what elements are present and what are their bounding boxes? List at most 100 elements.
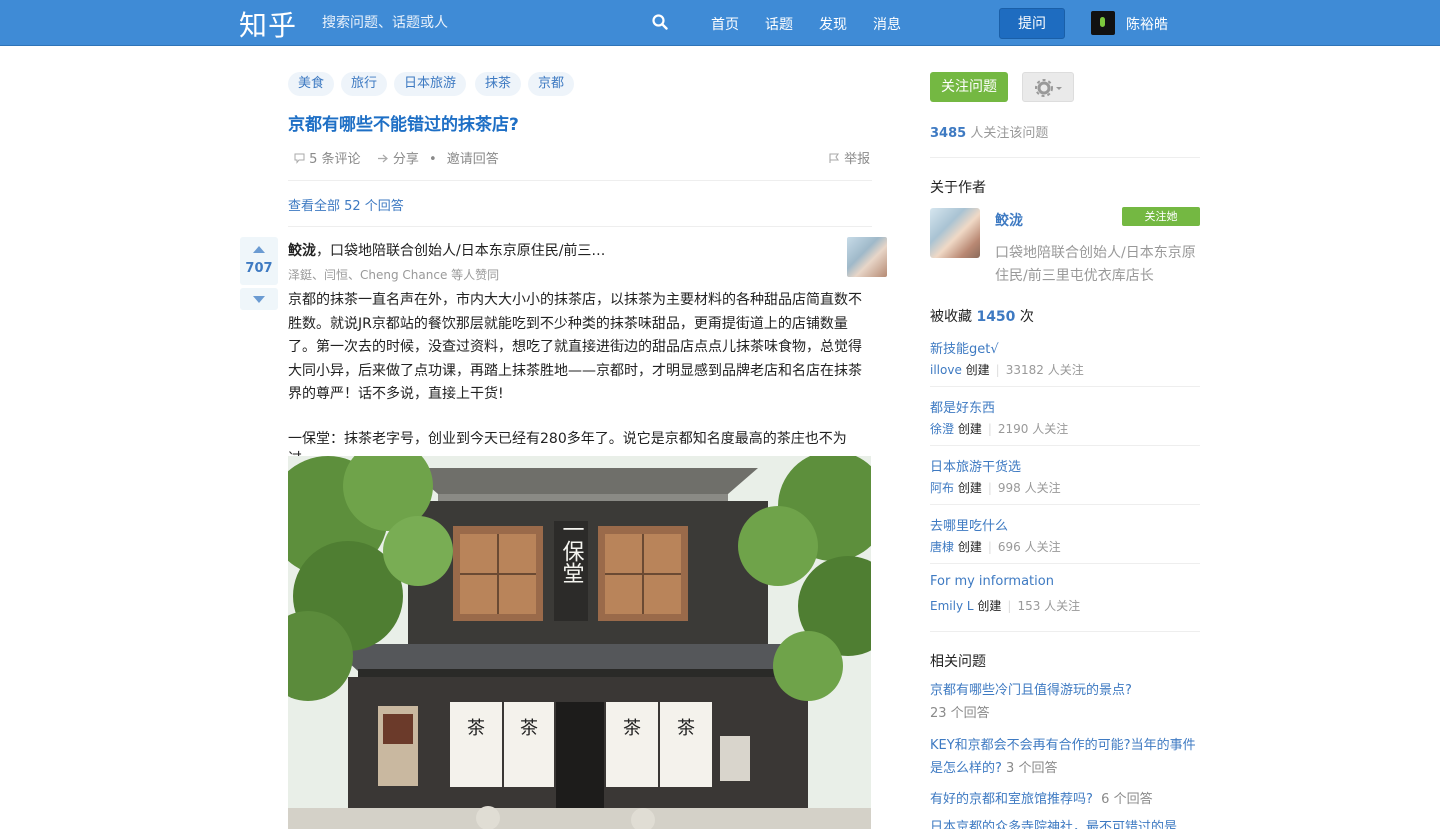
divider — [288, 226, 872, 227]
nav-home[interactable]: 首页 — [711, 14, 739, 34]
separator: | — [987, 481, 992, 495]
arrow-up-icon — [253, 246, 265, 253]
related-question-link[interactable]: 京都有哪些冷门且值得游玩的景点? — [930, 683, 1132, 698]
answer-voters[interactable]: 泽鋌、闫恒、Cheng Chance 等人赞同 — [288, 266, 499, 283]
divider — [930, 386, 1200, 387]
nav-explore[interactable]: 发现 — [819, 14, 847, 34]
shop-sign-text: 一保堂 — [559, 518, 585, 584]
settings-dropdown-button[interactable] — [1022, 72, 1074, 102]
divider — [930, 445, 1200, 446]
collection-created-label: 创建 — [957, 540, 982, 554]
author-avatar[interactable] — [930, 208, 980, 258]
comments-link[interactable]: 5 条评论 — [309, 152, 360, 167]
topic-tag-travel[interactable]: 旅行 — [341, 72, 388, 96]
collection-creator[interactable]: Emily L — [930, 599, 974, 613]
collection-meta: 阿布 创建 | 998 人关注 — [930, 479, 1061, 496]
related-question: 京都有哪些冷门且值得游玩的景点? 23 个回答 — [930, 679, 1200, 725]
ippodo-storefront-image: 一保堂 茶 茶 茶 茶 — [288, 456, 871, 829]
collection-title[interactable]: 新技能get√ — [930, 338, 999, 357]
related-answer-count: 6 个回答 — [1101, 792, 1153, 807]
collected-count[interactable]: 1450 — [976, 309, 1015, 325]
separator: | — [987, 422, 992, 436]
question-followers: 3485 人关注该问题 — [930, 122, 1048, 141]
collection-creator[interactable]: 徐澄 — [930, 422, 954, 436]
related-answer-count: 23 个回答 — [930, 706, 990, 721]
collection-title[interactable]: 去哪里吃什么 — [930, 515, 1008, 534]
related-question-link[interactable]: 日本京都的众多寺院神社，最不可错过的是 — [930, 820, 1177, 829]
collection-title[interactable]: For my information — [930, 574, 1054, 589]
collection-followers: 2190 人关注 — [997, 422, 1069, 436]
nav-topics[interactable]: 话题 — [765, 14, 793, 34]
separator: | — [995, 363, 1000, 377]
answer-author-line: 鲛泷，口袋地陪联合创始人/日本东京原住民/前三… — [288, 240, 605, 260]
question-title[interactable]: 京都有哪些不能错过的抹茶店? — [288, 110, 519, 135]
related-question: KEY和京都会不会再有合作的可能?当年的事件是怎么样的? 3 个回答 — [930, 734, 1200, 780]
collection-creator[interactable]: 唐棣 — [930, 540, 954, 554]
report-label: 举报 — [844, 152, 871, 167]
noren-text: 茶 — [623, 718, 641, 739]
collected-count-line: 被收藏 1450 次 — [930, 306, 1034, 326]
collection-creator[interactable]: 阿布 — [930, 481, 954, 495]
collection-followers: 696 人关注 — [997, 540, 1061, 554]
collection-title[interactable]: 都是好东西 — [930, 397, 995, 416]
separator: | — [1007, 599, 1012, 613]
downvote-button[interactable] — [240, 288, 278, 310]
related-question-link[interactable]: KEY和京都会不会再有合作的可能?当年的事件是怎么样的? — [930, 738, 1196, 776]
top-navbar: 知乎 首页 话题 发现 消息 提问 陈裕皓 — [0, 0, 1440, 46]
collection-meta: illove 创建 | 33182 人关注 — [930, 361, 1084, 378]
collection-followers: 153 人关注 — [1017, 599, 1081, 613]
collection-title[interactable]: 日本旅游干货选 — [930, 456, 1021, 475]
collection-created-label: 创建 — [957, 481, 982, 495]
follow-question-button[interactable]: 关注问题 — [930, 72, 1008, 102]
noren-text: 茶 — [520, 718, 538, 739]
related-answer-count: 3 个回答 — [1006, 761, 1058, 776]
about-author-heading: 关于作者 — [930, 180, 986, 196]
follow-author-button[interactable]: 关注她 — [1122, 207, 1200, 226]
collected-prefix: 被收藏 — [930, 309, 977, 325]
topic-tag-food[interactable]: 美食 — [288, 72, 335, 96]
share-link[interactable]: 分享 — [393, 152, 419, 167]
noren-text: 茶 — [467, 718, 485, 739]
nav-messages[interactable]: 消息 — [873, 14, 901, 34]
answer-author-avatar[interactable] — [847, 237, 887, 277]
flag-icon — [829, 153, 840, 163]
topic-tag-japan-travel[interactable]: 日本旅游 — [394, 72, 467, 96]
answer-author-bio: ，口袋地陪联合创始人/日本东京原住民/前三… — [316, 243, 606, 259]
followers-count[interactable]: 3485 — [930, 126, 966, 141]
related-question-link[interactable]: 有好的京都和室旅馆推荐吗? — [930, 792, 1093, 807]
collection-followers: 998 人关注 — [997, 481, 1061, 495]
collection-meta: Emily L 创建 | 153 人关注 — [930, 597, 1080, 614]
answer-paragraph: 京都的抹茶一直名声在外，市内大大小小的抹茶店，以抹茶为主要材料的各种甜品店简直数… — [288, 292, 862, 402]
related-questions-heading: 相关问题 — [930, 654, 986, 670]
zhihu-logo[interactable]: 知乎 — [239, 4, 297, 44]
ask-question-button[interactable]: 提问 — [999, 8, 1065, 39]
divider — [930, 157, 1200, 158]
shop-photo: 一保堂 茶 茶 茶 茶 — [288, 456, 871, 829]
topic-tag-kyoto[interactable]: 京都 — [528, 72, 575, 96]
gear-icon — [1035, 79, 1062, 97]
author-name[interactable]: 鲛泷 — [995, 210, 1023, 230]
topic-tag-matcha[interactable]: 抹茶 — [475, 72, 522, 96]
report-link[interactable]: 举报 — [828, 148, 870, 167]
collection-creator[interactable]: illove — [930, 363, 962, 377]
separator: | — [987, 540, 992, 554]
collection-followers: 33182 人关注 — [1005, 363, 1084, 377]
search-input[interactable] — [314, 9, 678, 37]
comment-icon — [294, 153, 305, 164]
user-name[interactable]: 陈裕皓 — [1126, 14, 1168, 34]
search-icon[interactable] — [652, 14, 668, 30]
divider — [930, 631, 1200, 632]
share-icon — [377, 154, 388, 163]
invite-answer-link[interactable]: 邀请回答 — [447, 152, 499, 167]
related-question: 日本京都的众多寺院神社，最不可错过的是 — [930, 818, 1200, 829]
collection-meta: 唐棣 创建 | 696 人关注 — [930, 538, 1061, 555]
related-question: 有好的京都和室旅馆推荐吗? 6 个回答 — [930, 788, 1200, 811]
upvote-button[interactable]: 707 — [240, 237, 278, 285]
answer-author-name[interactable]: 鲛泷 — [288, 243, 316, 259]
divider — [288, 180, 872, 181]
user-avatar[interactable] — [1091, 11, 1115, 35]
followers-text: 人关注该问题 — [966, 126, 1049, 141]
collection-meta: 徐澄 创建 | 2190 人关注 — [930, 420, 1068, 437]
question-meta: 5 条评论 分享 • 邀请回答 — [294, 148, 505, 167]
view-all-answers-link[interactable]: 查看全部 52 个回答 — [288, 195, 404, 214]
